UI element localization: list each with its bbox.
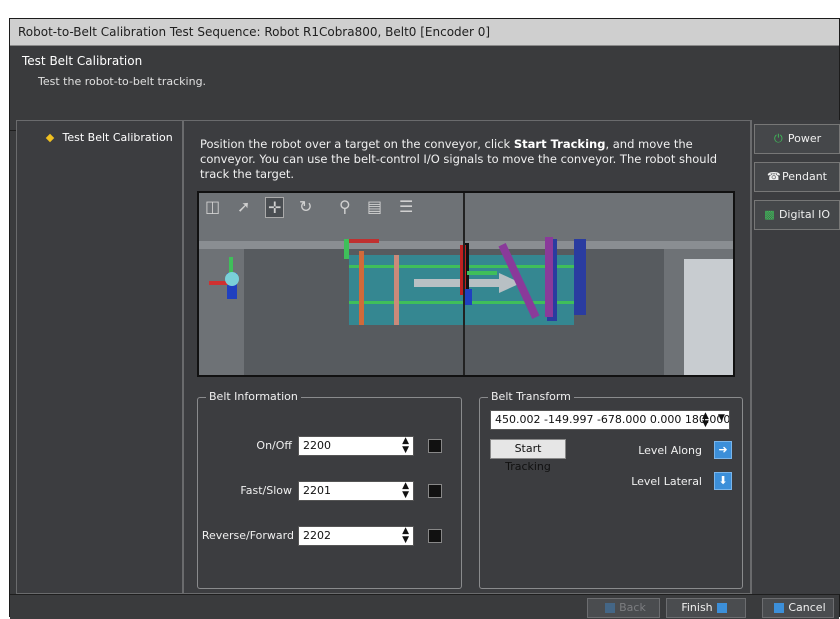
start-tracking-emphasis: Start Tracking bbox=[513, 137, 606, 151]
back-button[interactable]: Back bbox=[587, 598, 660, 618]
move-icon[interactable]: ✛ bbox=[265, 197, 285, 218]
scene-graphic bbox=[199, 193, 733, 375]
main-content: Position the robot over a target on the … bbox=[183, 120, 751, 594]
digital-io-button[interactable]: ▩ Digital IO bbox=[754, 200, 840, 230]
spinner-arrows-icon[interactable]: ▲ ▼ bbox=[402, 482, 409, 500]
level-lateral-label: Level Lateral bbox=[631, 475, 702, 488]
on-off-signal-spinner[interactable]: 2200 ▲ ▼ bbox=[298, 436, 414, 456]
belt-transform-title: Belt Transform bbox=[488, 390, 574, 403]
pointer-icon[interactable]: ➚ bbox=[237, 197, 250, 216]
belt-information-group: Belt Information On/Off 2200 ▲ ▼ Fast/Slow… bbox=[197, 390, 462, 589]
step-header: Test Belt Calibration Test the robot-to-… bbox=[10, 46, 839, 131]
belt-transform-field[interactable]: 450.002 -149.997 -678.000 0.000 180.000 bbox=[490, 410, 730, 430]
side-toolbar: ⏻ Power ☎Pendant ▩ Digital IO bbox=[751, 120, 840, 594]
fast-slow-label: Fast/Slow bbox=[240, 484, 292, 497]
step-subtitle: Test the robot-to-belt tracking. bbox=[38, 75, 207, 88]
finish-button[interactable]: Finish bbox=[666, 598, 746, 618]
3d-viewport[interactable]: ◫ ➚ ✛ ↻ ⚲ ▤ ☰ bbox=[197, 191, 735, 377]
wizard-nav-bar: Back Finish Cancel bbox=[10, 594, 839, 619]
finish-arrow-icon bbox=[716, 603, 727, 613]
step-title: Test Belt Calibration bbox=[22, 54, 143, 68]
clipboard-icon[interactable]: ▤ bbox=[367, 197, 382, 216]
step-item-test-belt-calibration[interactable]: Test Belt Calibration bbox=[45, 131, 173, 144]
back-arrow-icon bbox=[605, 603, 616, 613]
instructions-text: Position the robot over a target on the … bbox=[200, 137, 718, 181]
cancel-button[interactable]: Cancel bbox=[762, 598, 834, 618]
transform-spinner-icon[interactable]: ▲ ▼ bbox=[702, 412, 709, 429]
spinner-arrows-icon[interactable]: ▲ ▼ bbox=[402, 527, 409, 545]
pendant-icon: ☎ bbox=[767, 170, 781, 183]
level-lateral-button[interactable]: ⬇ bbox=[714, 472, 732, 490]
start-tracking-button[interactable]: Start Tracking bbox=[490, 439, 566, 473]
reverse-forward-signal-spinner[interactable]: 2202 ▲ ▼ bbox=[298, 526, 414, 546]
digital-io-icon: ▩ bbox=[764, 208, 775, 221]
spinner-arrows-icon[interactable]: ▲ ▼ bbox=[402, 437, 409, 455]
step-item-label: Test Belt Calibration bbox=[62, 131, 173, 144]
belt-information-title: Belt Information bbox=[206, 390, 301, 403]
fast-slow-signal-spinner[interactable]: 2201 ▲ ▼ bbox=[298, 481, 414, 501]
3d-view-icon[interactable]: ◫ bbox=[205, 197, 220, 216]
grid-icon[interactable]: ☰ bbox=[399, 197, 413, 216]
current-step-icon bbox=[45, 133, 55, 143]
power-button[interactable]: ⏻ Power bbox=[754, 124, 840, 154]
belt-transform-group: Belt Transform 450.002 -149.997 -678.000… bbox=[479, 390, 743, 589]
reverse-forward-label: Reverse/Forward bbox=[201, 529, 294, 542]
level-along-button[interactable]: ➜ bbox=[714, 441, 732, 459]
reverse-forward-indicator bbox=[428, 529, 442, 543]
rotate-icon[interactable]: ↻ bbox=[299, 197, 312, 216]
on-off-label: On/Off bbox=[256, 439, 292, 452]
level-along-label: Level Along bbox=[638, 444, 702, 457]
step-list: Test Belt Calibration bbox=[16, 120, 183, 594]
transform-dropdown-icon[interactable]: ▼ bbox=[718, 413, 725, 423]
fast-slow-indicator bbox=[428, 484, 442, 498]
cancel-icon bbox=[774, 603, 785, 613]
pendant-button[interactable]: ☎Pendant bbox=[754, 162, 840, 192]
calibration-window: Robot-to-Belt Calibration Test Sequence:… bbox=[9, 18, 840, 619]
on-off-indicator bbox=[428, 439, 442, 453]
probe-icon[interactable]: ⚲ bbox=[339, 197, 351, 216]
window-title: Robot-to-Belt Calibration Test Sequence:… bbox=[10, 19, 839, 46]
power-icon: ⏻ bbox=[774, 132, 783, 145]
